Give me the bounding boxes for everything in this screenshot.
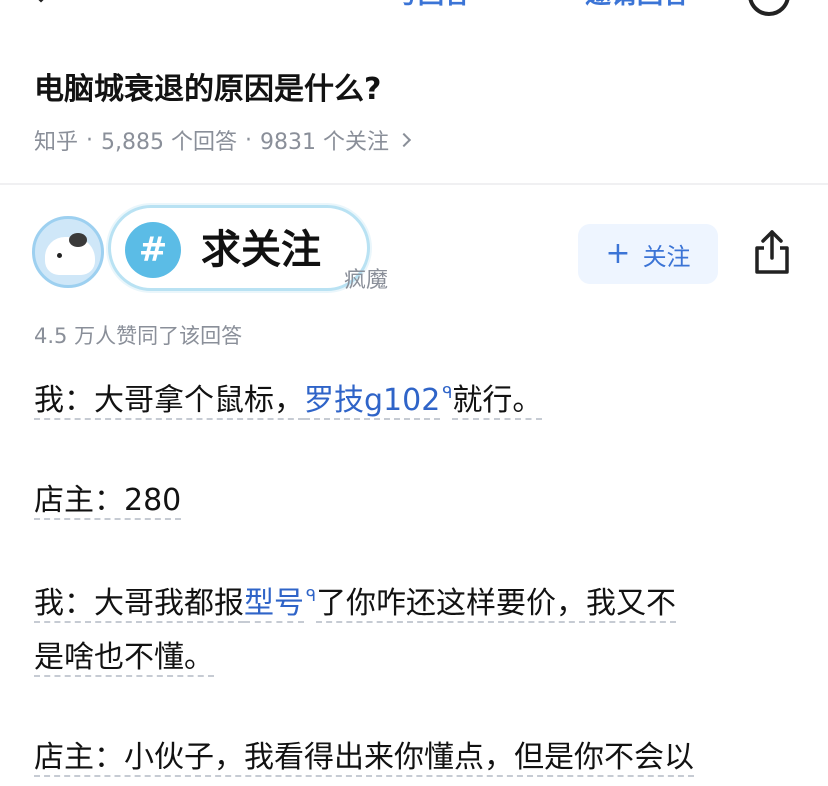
answer-text: 我：大哥拿个鼠标， [34,383,304,420]
meta-separator: · [86,127,94,153]
upvote-count: 4.5 万人赞同了该回答 [34,324,243,348]
answer-count: 5,885 个回答 [101,130,237,155]
follower-count: 9831 个关注 [260,130,389,155]
hashtag-icon: # [125,222,181,278]
search-hint-icon: ᑫ [306,586,317,605]
question-title[interactable]: 电脑城衰退的原因是什么? [34,64,381,108]
answer-paragraph: 店主：小伙子，我看得出来你懂点，但是你不会以 [34,730,694,786]
share-icon[interactable] [752,228,792,276]
product-link[interactable]: 罗技g102 [304,383,441,420]
chevron-right-icon [396,132,412,148]
answer-text: 店主：280 [34,483,182,520]
model-link[interactable]: 型号 [244,586,304,623]
invite-answer-link[interactable]: 邀请回答 [585,0,689,11]
answer-paragraph-continued: 是啥也不懂。 [34,630,214,686]
top-navigation-bar: 写回答 邀请回答 [0,0,828,16]
answer-text: 是啥也不懂。 [34,640,214,677]
sticker-text: 求关注 [201,227,321,273]
answer-text: 就行。 [452,383,543,420]
avatar[interactable] [32,216,104,288]
back-arrow-icon[interactable] [25,0,57,3]
write-answer-link[interactable]: 写回答 [392,0,470,11]
source-label: 知乎 [34,130,79,155]
avatar-dog-ear [69,233,87,247]
follow-request-sticker: # 求关注 [108,205,370,291]
search-icon[interactable] [748,0,790,16]
meta-separator: · [245,127,252,153]
search-hint-icon: ᑫ [442,383,453,402]
plus-icon: + [605,236,631,271]
answer-paragraph: 我：大哥我都报型号 ᑫ了你咋还这样要价，我又不 [34,576,677,636]
author-name[interactable]: 疯魔 [344,262,388,294]
answer-paragraph: 我：大哥拿个鼠标，罗技g102 ᑫ就行。 [34,373,543,433]
follow-label: 关注 [642,242,691,271]
question-meta[interactable]: 知乎 · 5,885 个回答 · 9831 个关注 [34,124,412,156]
answer-text: 了你咋还这样要价，我又不 [316,586,677,623]
follow-button[interactable]: + 关注 [578,224,718,284]
divider [0,183,828,185]
answer-text: 我：大哥我都报 [34,586,244,623]
answer-paragraph: 店主：280 [34,473,182,529]
answer-text: 店主：小伙子，我看得出来你懂点，但是你不会以 [34,740,694,777]
avatar-dog-eye [57,253,62,258]
